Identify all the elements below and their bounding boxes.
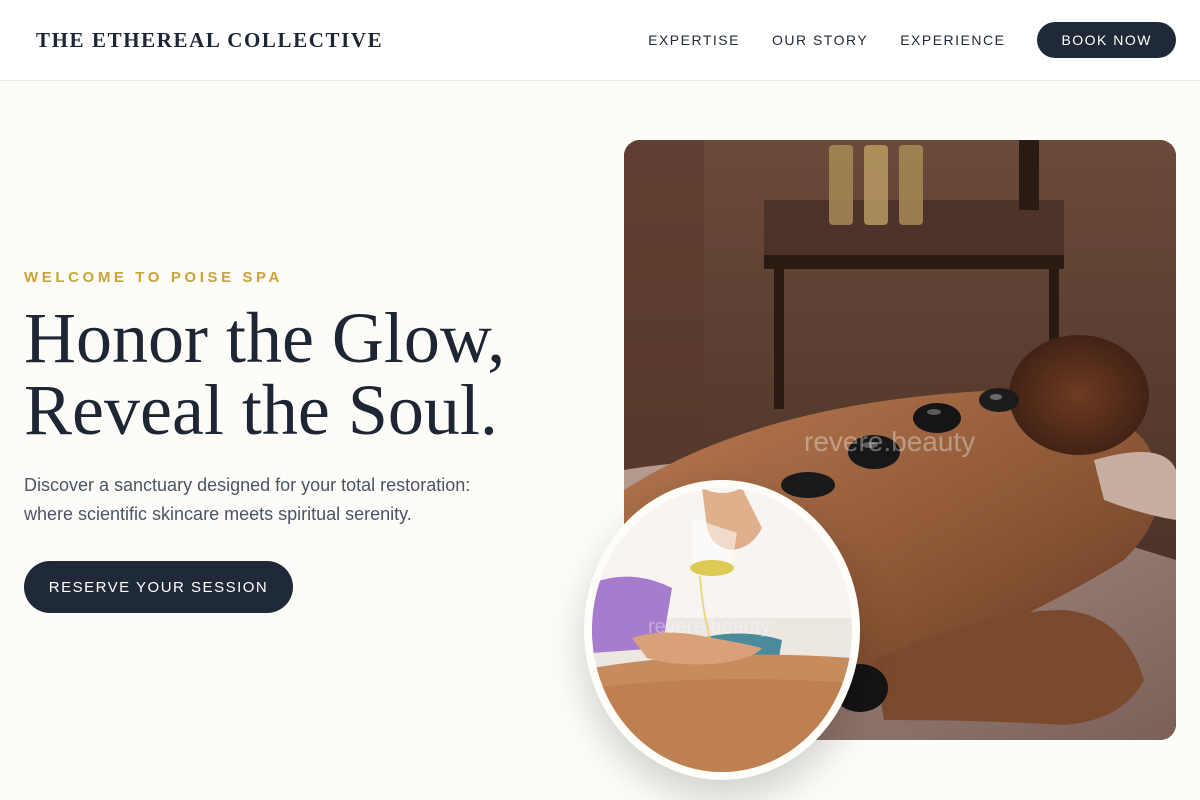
site-header: THE ETHEREAL COLLECTIVE EXPERTISE OUR ST… [0, 0, 1200, 81]
nav-expertise[interactable]: EXPERTISE [648, 32, 740, 48]
headline-line-1: Honor the Glow, [24, 298, 506, 378]
main-nav: EXPERTISE OUR STORY EXPERIENCE BOOK NOW [648, 22, 1176, 58]
headline-line-2: Reveal the Soul. [24, 370, 498, 450]
hero-headline: Honor the Glow, Reveal the Soul. [24, 302, 584, 446]
reserve-session-button[interactable]: RESERVE YOUR SESSION [24, 561, 293, 613]
hero-eyebrow: WELCOME TO POISE SPA [24, 269, 283, 286]
nav-experience[interactable]: EXPERIENCE [900, 32, 1005, 48]
description-line-2: where scientific skincare meets spiritua… [24, 504, 412, 524]
brand-logo[interactable]: THE ETHEREAL COLLECTIVE [36, 28, 383, 53]
oil-pour-illustration [592, 488, 852, 772]
description-line-1: Discover a sanctuary designed for your t… [24, 475, 471, 495]
oil-pour-image: revere.beauty [592, 488, 852, 772]
book-now-button[interactable]: BOOK NOW [1037, 22, 1176, 58]
oil-pour-inset-frame: revere.beauty [584, 480, 860, 780]
nav-our-story[interactable]: OUR STORY [772, 32, 868, 48]
hero-description: Discover a sanctuary designed for your t… [24, 471, 504, 529]
